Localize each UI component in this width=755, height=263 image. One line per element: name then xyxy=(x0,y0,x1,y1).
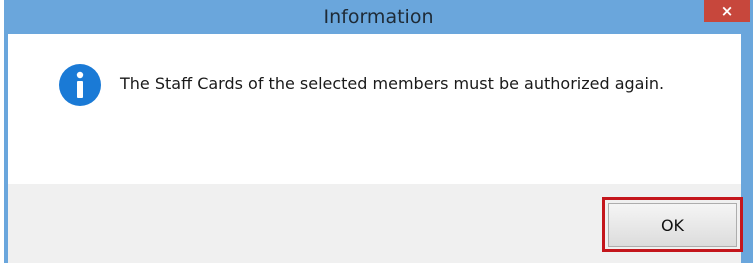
message-text: The Staff Cards of the selected members … xyxy=(120,74,665,93)
ok-button[interactable]: OK xyxy=(608,203,737,247)
dialog-content xyxy=(8,34,741,184)
close-button[interactable]: × xyxy=(704,0,750,22)
dialog-title: Information xyxy=(323,6,434,28)
info-icon xyxy=(59,64,101,106)
title-bar[interactable]: Information × xyxy=(4,0,753,34)
